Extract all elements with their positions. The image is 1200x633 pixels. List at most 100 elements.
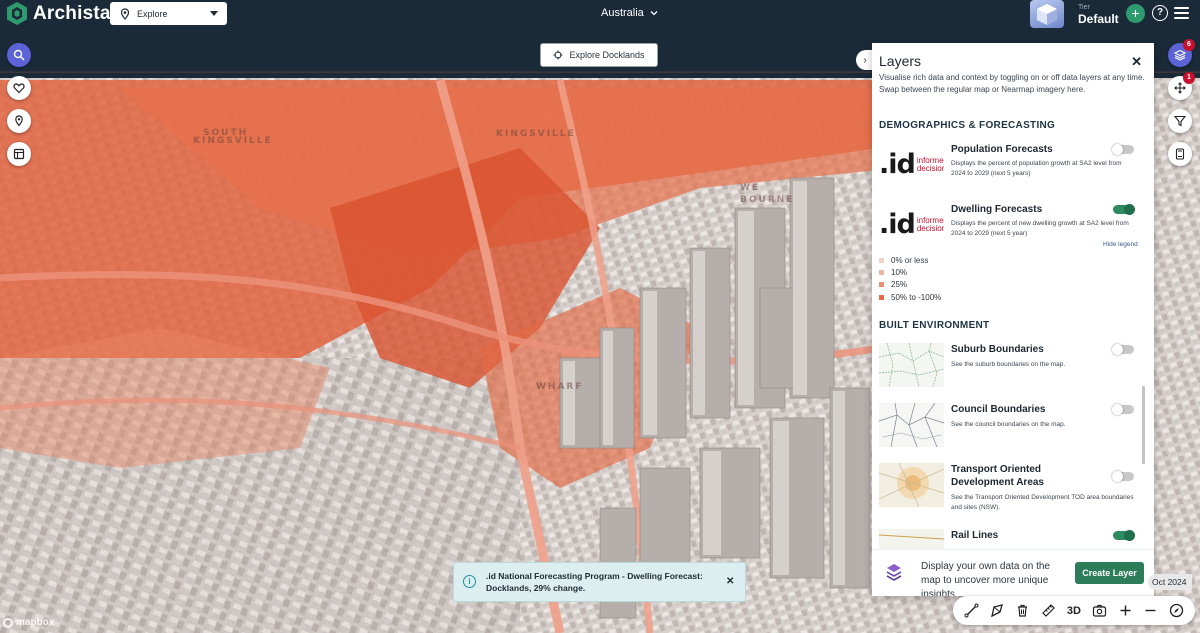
layer-name: Rail Lines bbox=[951, 530, 999, 541]
plus-icon bbox=[1120, 605, 1131, 616]
map-label: KINGSVILLE bbox=[193, 136, 273, 146]
measure-area-button[interactable] bbox=[988, 602, 1006, 620]
legend-swatch bbox=[879, 282, 884, 287]
create-layer-button[interactable]: Create Layer bbox=[1075, 562, 1144, 584]
zoom-out-button[interactable] bbox=[1142, 602, 1160, 620]
delete-button[interactable] bbox=[1014, 602, 1032, 620]
legend-item: 25% bbox=[879, 280, 907, 289]
camera-icon bbox=[1092, 604, 1107, 617]
layer-description: Displays the percent of new dwelling gro… bbox=[951, 220, 1129, 237]
layer-description: See the suburb boundaries on the map. bbox=[951, 361, 1066, 368]
location-tool-button[interactable] bbox=[7, 109, 31, 133]
filter-icon bbox=[1174, 115, 1186, 127]
layer-name: Suburb Boundaries bbox=[951, 344, 1044, 355]
notification-message: .id National Forecasting Program - Dwell… bbox=[486, 571, 703, 593]
trash-icon bbox=[1018, 604, 1028, 617]
top-navigation-bar: Archistar Explore Australia Tier Default… bbox=[0, 0, 1200, 28]
mode-select[interactable]: Explore bbox=[110, 2, 227, 25]
map-label: BOURNE bbox=[740, 195, 795, 205]
zoom-in-button[interactable] bbox=[1116, 602, 1134, 620]
population-forecasts-toggle[interactable] bbox=[1112, 144, 1134, 155]
rail-lines-thumbnail bbox=[879, 529, 944, 549]
close-layers-button[interactable]: ✕ bbox=[1131, 54, 1142, 70]
mode-select-value: Explore bbox=[137, 8, 168, 19]
section-title-built-environment: BUILT ENVIRONMENT bbox=[879, 320, 990, 331]
map-label: WHARF bbox=[536, 382, 584, 392]
dropdown-caret-icon bbox=[210, 11, 218, 16]
toggle-3d-button[interactable]: 3D bbox=[1065, 602, 1083, 620]
layers-count-badge: 6 bbox=[1183, 39, 1195, 51]
measure-line-icon bbox=[964, 603, 979, 618]
dwelling-forecasts-toggle[interactable] bbox=[1113, 204, 1135, 215]
heart-icon bbox=[13, 83, 25, 94]
legend-item: 50% to -100% bbox=[879, 293, 941, 302]
forecast-notification: i .id National Forecasting Program - Dwe… bbox=[453, 562, 746, 602]
suburb-boundaries-thumbnail bbox=[879, 343, 944, 387]
layer-name: Transport Oriented Development Areas bbox=[951, 464, 1044, 488]
ruler-button[interactable] bbox=[1039, 602, 1057, 620]
polygon-draw-icon bbox=[990, 604, 1003, 618]
info-icon: i bbox=[463, 575, 476, 588]
legend-item: 10% bbox=[879, 268, 907, 277]
minus-icon bbox=[1145, 609, 1156, 612]
bottom-toolbar: 3D bbox=[953, 596, 1195, 625]
tod-areas-toggle[interactable] bbox=[1112, 471, 1134, 482]
region-label: Australia bbox=[601, 7, 644, 19]
screenshot-button[interactable] bbox=[1091, 602, 1109, 620]
layers-scrollbar[interactable] bbox=[1142, 386, 1145, 464]
compass-icon bbox=[1169, 603, 1183, 618]
layers-icon bbox=[1174, 49, 1186, 61]
id-informed-decisions-logo: .id informeddecisions bbox=[879, 209, 944, 240]
3d-label: 3D bbox=[1066, 604, 1081, 617]
layer-name: Population Forecasts bbox=[951, 144, 1053, 155]
measure-line-button[interactable] bbox=[963, 602, 981, 620]
map-label: KINGSVILLE bbox=[496, 129, 576, 139]
tier-value: Default bbox=[1078, 12, 1119, 26]
calculator-tool-button[interactable] bbox=[1168, 142, 1192, 166]
region-selector[interactable]: Australia bbox=[601, 7, 658, 19]
explore-docklands-button[interactable]: Explore Docklands bbox=[540, 43, 658, 67]
user-avatar[interactable] bbox=[1030, 0, 1064, 28]
chevron-right-icon: › bbox=[863, 54, 867, 66]
close-notification-button[interactable]: ✕ bbox=[726, 576, 734, 587]
mapbox-logo-icon bbox=[3, 617, 13, 628]
layers-panel-description: Visualise rich data and context by toggl… bbox=[879, 73, 1145, 94]
cube-avatar-icon bbox=[1037, 4, 1057, 25]
layer-description: See the Transport Oriented Development T… bbox=[951, 494, 1134, 511]
help-button[interactable]: ? bbox=[1152, 5, 1168, 21]
layers-panel: Layers ✕ Visualise rich data and context… bbox=[872, 43, 1154, 596]
imagery-date-chip[interactable]: Oct 2024 bbox=[1148, 574, 1192, 590]
table-icon bbox=[13, 148, 25, 160]
archistar-logo-icon bbox=[7, 2, 27, 25]
council-boundaries-toggle[interactable] bbox=[1112, 404, 1134, 415]
mapbox-label: mapbox bbox=[16, 617, 55, 628]
layer-description: See the council boundaries on the map. bbox=[951, 421, 1066, 428]
device-icon bbox=[1175, 148, 1185, 160]
app-logo[interactable]: Archistar bbox=[7, 2, 118, 25]
compass-button[interactable] bbox=[1167, 602, 1185, 620]
filter-tool-button[interactable] bbox=[1168, 109, 1192, 133]
tod-areas-thumbnail bbox=[879, 463, 944, 507]
legend-item: 0% or less bbox=[879, 256, 928, 265]
move-count-badge: 1 bbox=[1183, 72, 1195, 84]
close-icon: ✕ bbox=[1131, 54, 1142, 69]
favourites-tool-button[interactable] bbox=[7, 76, 31, 100]
location-pin-icon bbox=[120, 7, 130, 20]
stacked-layers-icon bbox=[886, 564, 902, 581]
tier-label: Tier bbox=[1078, 4, 1090, 11]
hamburger-menu-button[interactable] bbox=[1174, 7, 1189, 20]
add-button[interactable]: + bbox=[1126, 4, 1145, 23]
suburb-boundaries-toggle[interactable] bbox=[1112, 344, 1134, 355]
map-label: WE bbox=[740, 183, 761, 193]
hide-legend-link[interactable]: Hide legend bbox=[1103, 241, 1138, 248]
search-tool-button[interactable] bbox=[7, 43, 31, 67]
rail-lines-toggle[interactable] bbox=[1113, 530, 1135, 541]
layer-description: Displays the percent of population growt… bbox=[951, 160, 1122, 177]
map-pin-icon bbox=[15, 115, 23, 127]
legend-swatch bbox=[879, 270, 884, 275]
layers-panel-footer: Display your own data on the map to unco… bbox=[872, 549, 1154, 596]
table-tool-button[interactable] bbox=[7, 142, 31, 166]
move-arrows-icon bbox=[1174, 82, 1186, 94]
mapbox-attribution[interactable]: mapbox bbox=[3, 617, 54, 628]
section-title-demographics: DEMOGRAPHICS & FORECASTING bbox=[879, 120, 1056, 131]
